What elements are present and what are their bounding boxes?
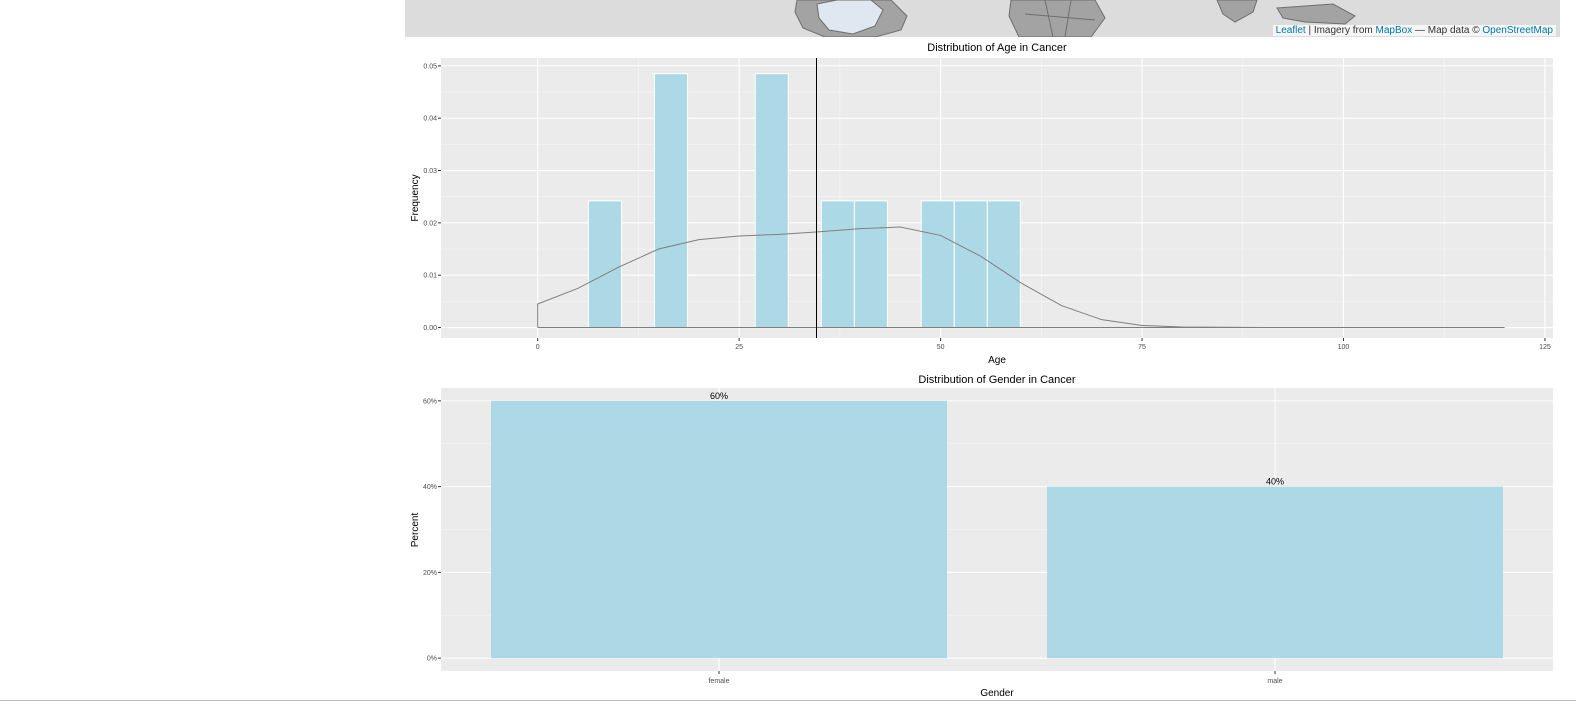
gender-y-axis: 0% 20% 40% 60% <box>423 398 441 663</box>
age-histogram-bar <box>953 200 988 329</box>
age-histogram-bar <box>654 73 689 329</box>
gender-y-tick-label: 20% <box>423 570 437 577</box>
age-y-axis: 0.00 0.01 0.02 0.03 0.04 0.05 <box>423 63 441 332</box>
age-x-axis-label: Age <box>988 355 1006 366</box>
gender-y-axis-label: Percent <box>410 513 421 548</box>
age-histogram-chart: Distribution of Age in Cancer 0.000.010.… <box>410 42 1553 366</box>
gender-data-label: 40% <box>1266 477 1284 487</box>
age-histogram-bar <box>853 200 888 329</box>
age-y-axis-label: Frequency <box>410 174 421 221</box>
age-y-tick-label: 0.00 <box>423 325 437 332</box>
gender-x-tick-label: male <box>1267 678 1282 685</box>
age-y-tick-label: 0.01 <box>423 273 437 280</box>
age-histogram-bar <box>754 73 789 329</box>
gender-x-axis: female male <box>708 671 1283 685</box>
charts-canvas: Distribution of Age in Cancer 0.000.010.… <box>410 42 1553 699</box>
gender-bar-chart: Distribution of Gender in Cancer 60%40% … <box>410 374 1553 699</box>
gender-x-axis-label: Gender <box>980 688 1014 699</box>
gender-y-tick-label: 60% <box>423 398 437 405</box>
age-histogram-bar <box>820 200 855 329</box>
age-x-tick-label: 125 <box>1539 344 1551 351</box>
age-x-tick-label: 75 <box>1138 344 1146 351</box>
gender-chart-title: Distribution of Gender in Cancer <box>918 374 1075 386</box>
age-y-tick-label: 0.02 <box>423 220 437 227</box>
age-y-tick-label: 0.05 <box>423 63 437 70</box>
age-y-tick-label: 0.03 <box>423 168 437 175</box>
gender-x-tick-label: female <box>708 678 729 685</box>
gender-y-tick-label: 0% <box>427 656 437 663</box>
age-x-tick-label: 0 <box>536 344 540 351</box>
gender-y-tick-label: 40% <box>423 484 437 491</box>
age-histogram-bar <box>920 200 955 329</box>
age-x-tick-label: 100 <box>1338 344 1350 351</box>
gender-bar-female <box>491 400 947 659</box>
age-x-axis: 0 25 50 75 100 125 <box>536 338 1551 351</box>
gender-bar-male <box>1047 486 1503 659</box>
age-histogram-bar <box>587 200 622 329</box>
page-bottom-divider <box>0 700 1576 701</box>
gender-data-label: 60% <box>710 391 728 401</box>
age-x-tick-label: 50 <box>937 344 945 351</box>
age-y-tick-label: 0.04 <box>423 116 437 123</box>
age-x-tick-label: 25 <box>735 344 743 351</box>
age-chart-title: Distribution of Age in Cancer <box>927 42 1067 54</box>
